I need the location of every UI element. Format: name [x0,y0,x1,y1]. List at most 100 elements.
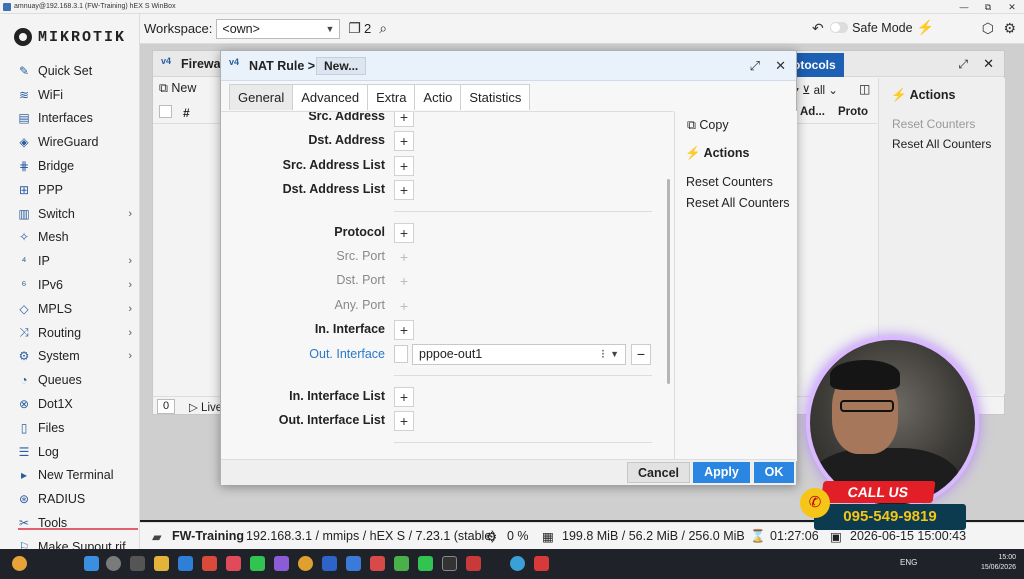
sidebar-item-queues[interactable]: ◔ Queues [0,368,140,392]
form-scrollbar[interactable] [667,179,670,384]
app-icon[interactable] [346,556,361,571]
app-icon[interactable] [202,556,217,571]
sidebar-item-log[interactable]: ☰ Log [0,440,140,464]
tab-advanced[interactable]: Advanced [292,84,369,110]
file-explorer-icon[interactable] [154,556,169,571]
tab-extra[interactable]: Extra [367,84,416,110]
out-interface-select[interactable]: pppoe-out1 ⁝ ▼ [412,344,626,365]
add-src-address-list-button[interactable]: + [394,156,414,176]
out-interface-negate-checkbox[interactable] [394,345,408,363]
sidebar-item-mesh[interactable]: ✧ Mesh [0,226,140,250]
copy-button[interactable]: ⧉ Copy [687,118,729,133]
app-icon[interactable] [466,556,481,571]
src-port-label: Src. Port [336,249,385,263]
reset-all-counters-link[interactable]: Reset All Counters [686,196,790,210]
app-icon[interactable] [394,556,409,571]
dialog-button-bar: Cancel Apply OK [221,459,796,485]
search-icon[interactable] [106,556,121,571]
row-src-address-list: Src. Address List + [221,155,673,177]
sidebar-item-routing[interactable]: ⤨ Routing › [0,321,140,345]
add-in-interface-button[interactable]: + [394,320,414,340]
reset-counters-link[interactable]: Reset Counters [892,117,975,131]
close-icon[interactable]: ✕ [775,58,786,74]
cancel-button[interactable]: Cancel [627,462,690,483]
sidebar-item-ipv6[interactable]: ⁶ IPv6 › [0,273,140,297]
close-icon[interactable]: ✕ [1000,0,1024,14]
reset-all-counters-link[interactable]: Reset All Counters [892,137,991,151]
sidebar-item-files[interactable]: ▯ Files [0,416,140,440]
sidebar-item-tools[interactable]: ✂ Tools [0,511,140,535]
app-icon[interactable] [322,556,337,571]
add-out-interface-list-button[interactable]: + [394,411,414,431]
terminal-icon[interactable] [442,556,457,571]
chrome-icon[interactable] [298,556,313,571]
undo-icon[interactable]: ↶ [812,20,824,37]
filter-select[interactable]: ▾ ⊻ all ⌄ [793,83,838,97]
widgets-icon[interactable] [12,556,27,571]
vscode-icon[interactable] [178,556,193,571]
sidebar-item-quick-set[interactable]: ✎ Quick Set [0,59,140,83]
reset-counters-link[interactable]: Reset Counters [686,175,773,189]
sidebar-item-dot1x[interactable]: ⊗ Dot1X [0,392,140,416]
select-all-checkbox[interactable] [159,105,172,118]
restore-icon[interactable]: ⤢ [958,57,968,72]
row-out-interface: Out. Interface pppoe-out1 ⁝ ▼ − [221,344,673,366]
col-hash[interactable]: # [183,106,190,120]
ok-button[interactable]: OK [754,462,794,483]
tab-actio[interactable]: Actio [414,84,462,110]
maximize-icon[interactable]: ⧉ [976,0,1000,14]
language-indicator[interactable]: ENG [900,558,917,567]
system-clock[interactable]: 15:00 15/06/2026 [981,553,1016,573]
add-in-interface-list-button[interactable]: + [394,387,414,407]
app-icon[interactable] [370,556,385,571]
safe-mode-toggle[interactable]: Safe Mode ⚡ [830,19,934,36]
minimize-icon[interactable]: — [952,0,976,14]
app-icon[interactable] [534,556,549,571]
add-protocol-button[interactable]: + [394,223,414,243]
row-dst-port: Dst. Port + [221,270,673,292]
line-icon[interactable] [418,556,433,571]
columns-icon[interactable]: ◫ [859,82,870,96]
wireguard-icon: ◈ [19,135,29,150]
add-src-address-button[interactable]: + [394,112,414,127]
apply-button[interactable]: Apply [693,462,750,483]
package-icon[interactable]: ⬡ [982,20,994,37]
restore-icon[interactable]: ⤢ [750,58,760,74]
sidebar-item-system[interactable]: ⚙ System › [0,345,140,369]
search-icon[interactable]: ⌕ [379,20,387,37]
dialog-title-bar[interactable]: v4 NAT Rule > New... ⤢ ✕ [221,51,796,81]
workspace-select[interactable]: <own> ▼ [216,18,341,39]
start-icon[interactable] [84,556,99,571]
sidebar-item-label: MPLS [38,301,73,316]
live-toggle[interactable]: ▷ Live [189,400,222,414]
col-proto[interactable]: Proto [838,106,868,118]
app-icon[interactable] [510,556,525,571]
ipv4-icon: v4 [161,56,172,66]
task-view-icon[interactable] [130,556,145,571]
sidebar-item-radius[interactable]: ⊛ RADIUS [0,487,140,511]
sidebar-item-wifi[interactable]: ≋ WiFi [0,83,140,107]
add-dst-address-list-button[interactable]: + [394,180,414,200]
sidebar-item-bridge[interactable]: ⋕ Bridge [0,154,140,178]
gear-icon: ⚙ [18,349,30,364]
sidebar-item-wireguard[interactable]: ◈ WireGuard [0,130,140,154]
tab-general[interactable]: General [229,84,294,110]
close-icon[interactable]: ✕ [983,56,994,72]
sidebar-item-new-terminal[interactable]: ▸ New Terminal [0,464,140,488]
remove-out-interface-button[interactable]: − [631,344,651,365]
line-icon[interactable] [250,556,265,571]
sidebar-item-interfaces[interactable]: ▤ Interfaces [0,107,140,131]
sidebar-item-mpls[interactable]: ◇ MPLS › [0,297,140,321]
new-rule-button[interactable]: ⧉ New [159,81,196,96]
windows-stack-icon[interactable]: ❐ [348,20,361,37]
sidebar-item-ppp[interactable]: ⊞ PPP [0,178,140,202]
app-icon[interactable] [274,556,289,571]
add-dst-address-button[interactable]: + [394,131,414,151]
gear-icon[interactable]: ⚙ [1003,20,1016,37]
sidebar-item-ip[interactable]: ⁴ IP › [0,249,140,273]
col-address[interactable]: Ad... [800,106,825,118]
app-icon[interactable] [226,556,241,571]
sidebar: MIKROTIK ✎ Quick Set ≋ WiFi ▤ Interfaces ◈ Wire… [0,14,140,554]
sidebar-item-switch[interactable]: ▥ Switch › [0,202,140,226]
tab-statistics[interactable]: Statistics [460,84,531,110]
